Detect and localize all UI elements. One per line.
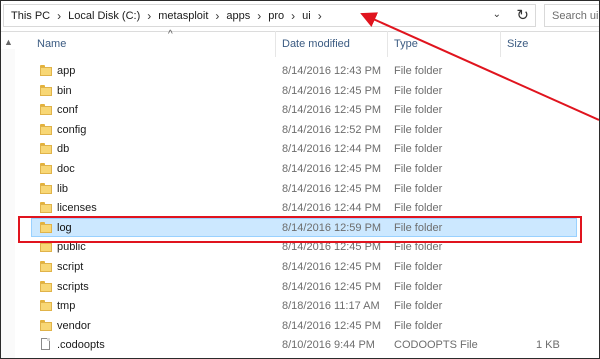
explorer-window: This PC › Local Disk (C:) › metasploit ›… xyxy=(0,0,600,359)
annotation-arrow xyxy=(360,12,599,121)
arrow-line xyxy=(360,12,599,121)
